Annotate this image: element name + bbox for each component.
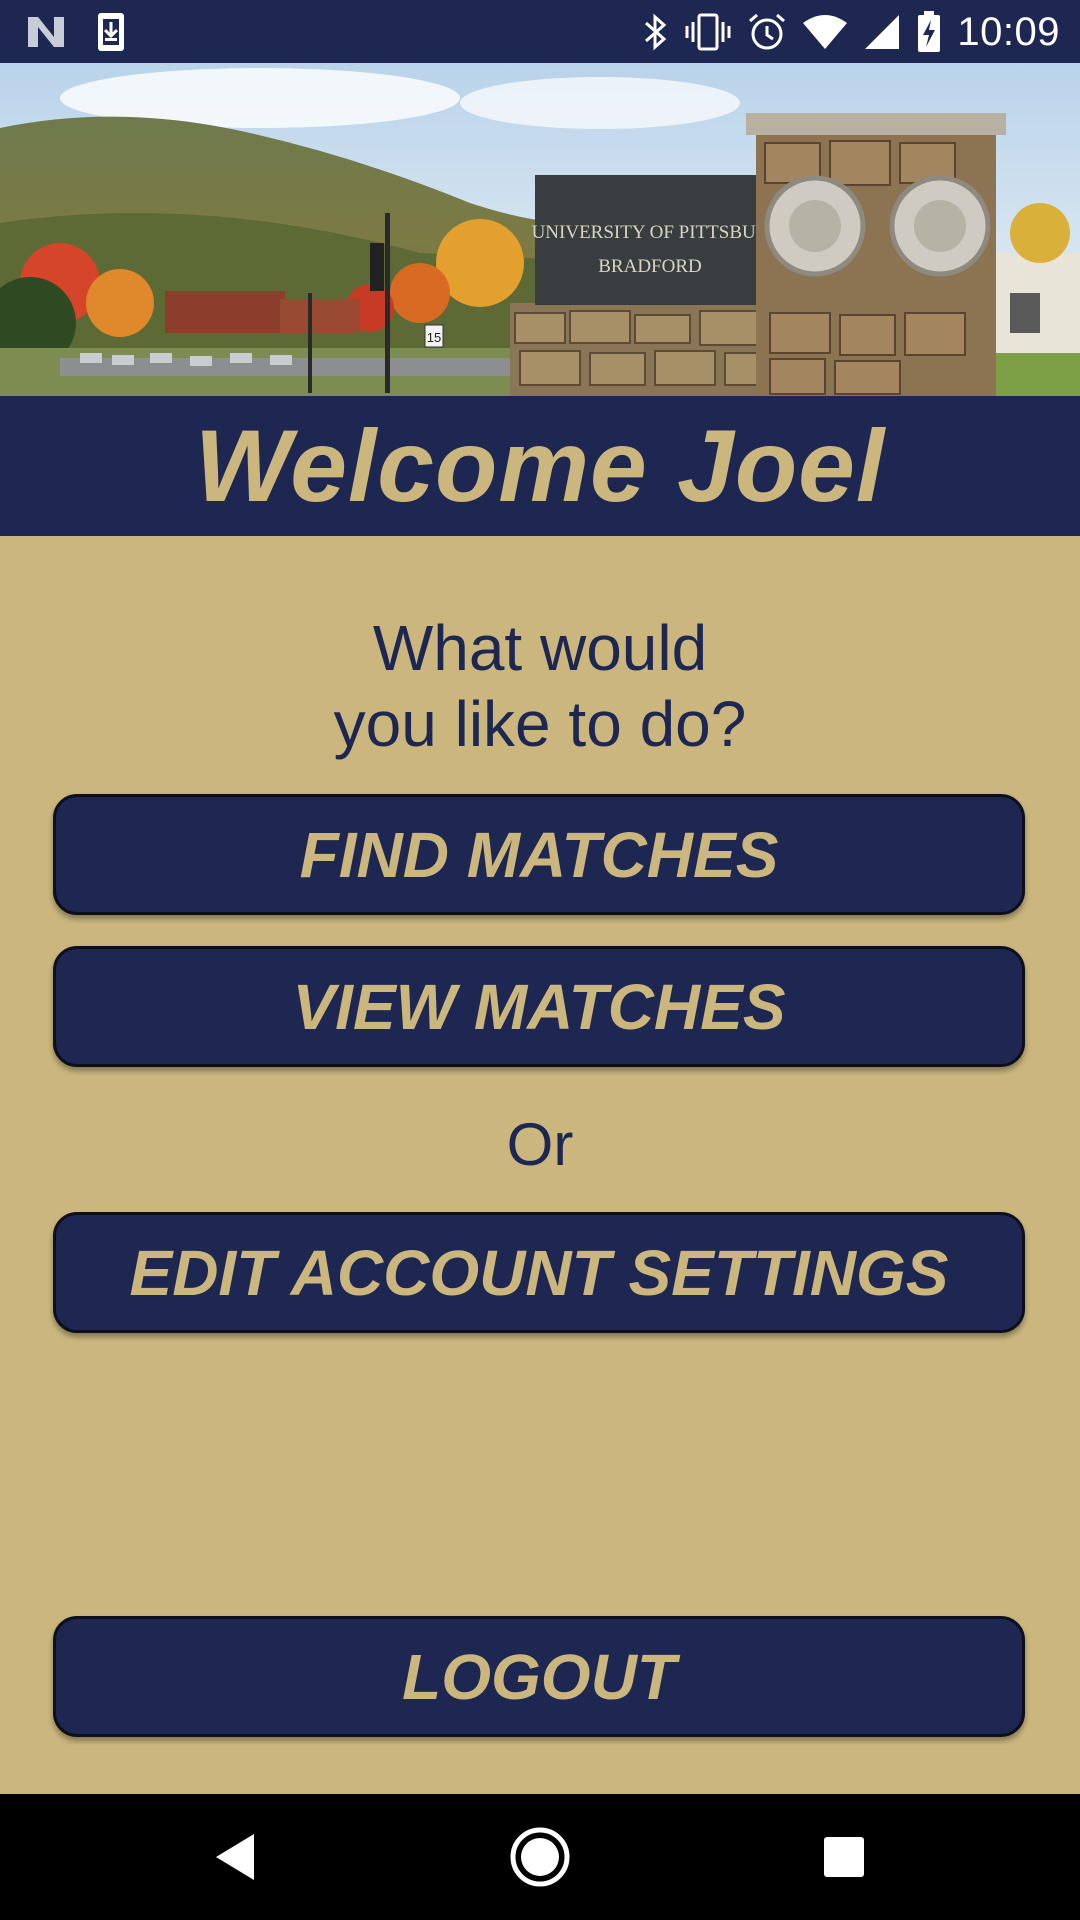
action-prompt: What would you like to do? — [0, 610, 1080, 762]
vibrate-icon — [685, 12, 731, 52]
home-icon[interactable] — [500, 1794, 580, 1920]
road-sign-text: 15 — [427, 330, 441, 345]
find-matches-button[interactable]: FIND MATCHES — [53, 794, 1025, 915]
battery-charging-icon — [917, 11, 941, 53]
campus-sign-line1: UNIVERSITY OF PITTSBUR — [532, 222, 769, 243]
view-matches-button[interactable]: VIEW MATCHES — [53, 946, 1025, 1067]
campus-sign-line2: BRADFORD — [598, 256, 701, 277]
system-nav-bar — [0, 1794, 1080, 1920]
welcome-title: Welcome Joel — [194, 408, 886, 523]
edit-account-settings-button[interactable]: EDIT ACCOUNT SETTINGS — [53, 1212, 1025, 1333]
notification-n-icon — [26, 15, 66, 49]
signal-icon — [863, 13, 901, 51]
wifi-icon — [803, 15, 848, 49]
recents-icon[interactable] — [804, 1794, 884, 1920]
prompt-line-1: What would — [372, 612, 708, 684]
download-icon — [96, 11, 126, 53]
logout-button[interactable]: LOGOUT — [53, 1616, 1025, 1737]
status-bar: 10:09 — [0, 0, 1080, 63]
prompt-line-2: you like to do? — [333, 688, 747, 760]
bluetooth-icon — [643, 12, 669, 52]
alarm-icon — [747, 12, 787, 52]
campus-banner-image: 15 UNIVERSITY OF PITTSBUR BRADFORD — [0, 63, 1080, 396]
welcome-header: Welcome Joel — [0, 396, 1080, 536]
back-icon[interactable] — [196, 1794, 276, 1920]
or-separator: Or — [506, 1111, 574, 1178]
status-time: 10:09 — [957, 9, 1060, 54]
